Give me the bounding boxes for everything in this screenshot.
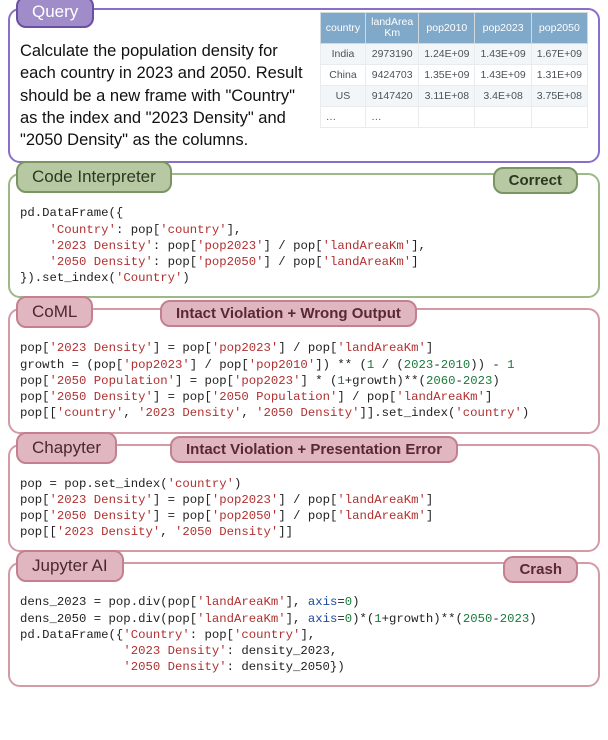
chapyter-panel: Chapyter Intact Violation + Presentation… (8, 444, 600, 553)
code-interpreter-code: pd.DataFrame({ 'Country': pop['country']… (20, 205, 588, 286)
table-row: … … (320, 107, 587, 128)
th-pop2023: pop2023 (475, 13, 531, 44)
th-pop2050: pop2050 (531, 13, 587, 44)
status-chapyter: Intact Violation + Presentation Error (170, 436, 458, 463)
code-interpreter-badge: Code Interpreter (16, 161, 172, 193)
jupyter-ai-code: dens_2023 = pop.div(pop['landAreaKm'], a… (20, 594, 588, 675)
query-panel: Query Calculate the population density f… (8, 8, 600, 163)
table-header-row: country landArea Km pop2010 pop2023 pop2… (320, 13, 587, 44)
query-body: Calculate the population density for eac… (20, 38, 588, 151)
query-text: Calculate the population density for eac… (20, 38, 312, 151)
th-country: country (320, 13, 365, 44)
status-correct: Correct (493, 167, 578, 194)
coml-code: pop['2023 Density'] = pop['pop2023'] / p… (20, 340, 588, 421)
table-row: China 9424703 1.35E+09 1.43E+09 1.31E+09 (320, 65, 587, 86)
table-row: India 2973190 1.24E+09 1.43E+09 1.67E+09 (320, 44, 587, 65)
query-badge: Query (16, 0, 94, 28)
chapyter-code: pop = pop.set_index('country') pop['2023… (20, 476, 588, 541)
coml-badge: CoML (16, 296, 93, 328)
code-interpreter-panel: Code Interpreter Correct pd.DataFrame({ … (8, 173, 600, 298)
data-table: country landArea Km pop2010 pop2023 pop2… (320, 12, 588, 128)
status-coml: Intact Violation + Wrong Output (160, 300, 417, 327)
chapyter-badge: Chapyter (16, 432, 117, 464)
th-landarea: landArea Km (366, 13, 419, 44)
coml-panel: CoML Intact Violation + Wrong Output pop… (8, 308, 600, 433)
table-row: US 9147420 3.11E+08 3.4E+08 3.75E+08 (320, 86, 587, 107)
status-crash: Crash (503, 556, 578, 583)
th-pop2010: pop2010 (419, 13, 475, 44)
jupyter-ai-badge: Jupyter AI (16, 550, 124, 582)
jupyter-ai-panel: Jupyter AI Crash dens_2023 = pop.div(pop… (8, 562, 600, 687)
